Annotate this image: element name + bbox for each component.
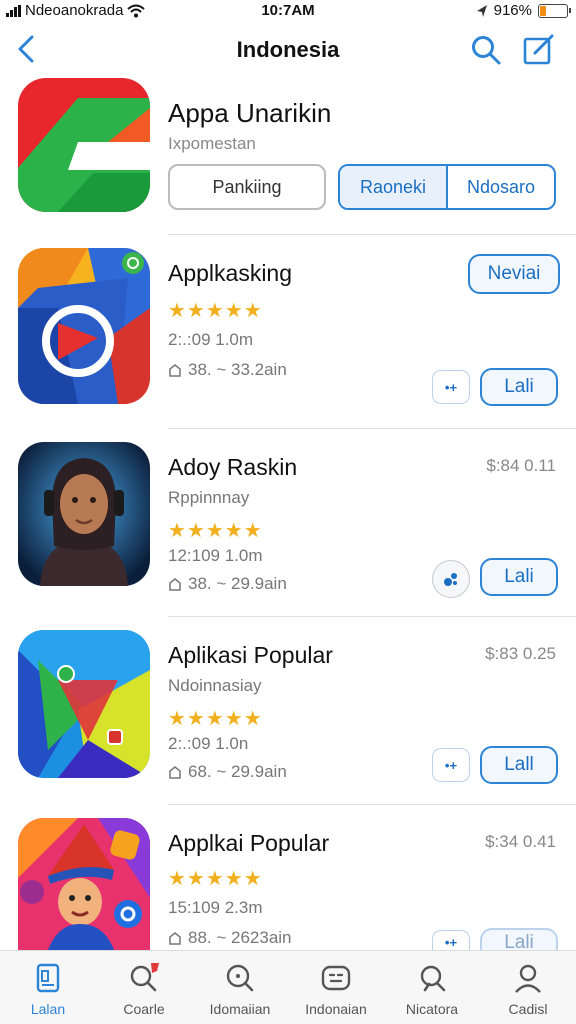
tab-label: Coarle: [123, 1001, 165, 1017]
tab-label: Cadisl: [508, 1001, 548, 1017]
search-badge-icon: [130, 963, 159, 992]
app-meta-text: 38. ~ 33.2ain: [188, 360, 287, 379]
list-item[interactable]: Applkasking ★★★★★ 2:.:09 1.0m 38. ~ 33.2…: [0, 248, 576, 438]
app-meta-size: 15:109 2.3m: [168, 898, 263, 917]
app-name: Adoy Raskin: [168, 454, 298, 480]
segment-option-1[interactable]: Raoneki: [340, 166, 448, 208]
tab-search-badge[interactable]: Coarle: [96, 951, 192, 1024]
add-small-button[interactable]: •+: [432, 748, 470, 782]
app-price: $:84 0.11: [486, 456, 556, 475]
app-price: $:83 0.25: [485, 644, 556, 663]
status-right: 916%: [476, 2, 571, 19]
add-small-button[interactable]: •+: [432, 370, 470, 404]
featured-app-icon: [18, 78, 150, 212]
segment-option-2[interactable]: Ndosaro: [448, 166, 554, 208]
get-button[interactable]: Lali: [480, 928, 558, 950]
app-meta-info: 88. ~ 2623ain: [168, 928, 292, 948]
rating-stars: ★★★★★: [168, 520, 263, 542]
search-icon[interactable]: [470, 34, 502, 66]
battery-fill: [540, 5, 546, 16]
app-name: Applkasking: [168, 260, 293, 286]
app-meta-info: 68. ~ 29.9ain: [168, 762, 287, 782]
tab-profile[interactable]: Cadisl: [480, 951, 576, 1024]
featured-app-subtitle: Ixpomestan: [168, 134, 256, 153]
rating-stars: ★★★★★: [168, 868, 263, 890]
status-bar: Ndeoanokrada 10:7AM 916%: [0, 0, 576, 22]
app-icon: [18, 442, 150, 586]
explore-icon: [226, 964, 254, 992]
app-meta-size: 2:.:09 1.0n: [168, 734, 249, 753]
featured-app-name: Appa Unarikin: [168, 98, 332, 128]
app-icon: [18, 630, 150, 778]
get-button[interactable]: Lall: [480, 746, 558, 784]
new-button[interactable]: Neviai: [468, 254, 560, 294]
region-segmented-control: Raoneki Ndosaro: [338, 164, 556, 210]
app-icon: [18, 248, 150, 404]
app-name: Aplikasi Popular: [168, 642, 333, 668]
battery-icon: [538, 3, 571, 18]
app-icon: [18, 818, 150, 950]
rating-stars: ★★★★★: [168, 708, 263, 730]
navigation-bar: Indonesia: [0, 28, 576, 72]
app-meta-text: 38. ~ 29.9ain: [188, 574, 287, 593]
app-subtitle: Ndoinnasiay: [168, 676, 262, 695]
loading-spinner-icon: [444, 573, 457, 586]
divider: [168, 428, 576, 429]
home-icon: [169, 578, 181, 591]
get-button[interactable]: Lali: [480, 368, 558, 406]
app-meta-text: 88. ~ 2623ain: [188, 928, 292, 947]
games-icon: [321, 965, 351, 991]
app-meta-size: 2:.:09 1.0m: [168, 330, 254, 349]
search-icon: [420, 965, 446, 992]
battery-percent: 916%: [493, 2, 532, 19]
download-progress-button[interactable]: [432, 560, 470, 598]
app-name: Applkai Popular: [168, 830, 330, 856]
list-item[interactable]: Applkai Popular ★★★★★ 15:109 2.3m 88. ~ …: [0, 818, 576, 950]
home-icon: [169, 364, 181, 377]
compose-icon[interactable]: [522, 32, 556, 66]
add-small-button[interactable]: •+: [432, 930, 470, 950]
tab-label: Indonaian: [305, 1001, 367, 1017]
app-meta-size: 12:109 1.0m: [168, 546, 263, 565]
divider: [168, 234, 576, 235]
app-subtitle: Rppinnnay: [168, 488, 250, 507]
location-icon: [476, 4, 487, 17]
divider: [168, 616, 576, 617]
get-button[interactable]: Lali: [480, 558, 558, 596]
home-icon: [169, 766, 181, 779]
list-item[interactable]: Adoy Raskin Rppinnnay ★★★★★ 12:109 1.0m …: [0, 442, 576, 632]
tab-label: Idomaiian: [209, 1001, 271, 1017]
tab-today[interactable]: Lalan: [0, 951, 96, 1024]
ranking-button[interactable]: Pankiing: [168, 164, 326, 210]
tab-label: Nicatora: [405, 1001, 459, 1017]
home-icon: [169, 932, 181, 945]
today-icon: [36, 963, 60, 993]
tab-label: Lalan: [30, 1001, 66, 1017]
profile-icon: [515, 964, 541, 993]
divider: [168, 804, 576, 805]
tab-search[interactable]: Nicatora: [384, 951, 480, 1024]
tab-bar: Lalan Coarle Idomaiian Indonaian Nicator…: [0, 950, 576, 1024]
app-meta-text: 68. ~ 29.9ain: [188, 762, 287, 781]
list-item[interactable]: Aplikasi Popular Ndoinnasiay ★★★★★ 2:.:0…: [0, 630, 576, 820]
tab-games[interactable]: Indonaian: [288, 951, 384, 1024]
app-price: $:34 0.41: [485, 832, 556, 851]
app-meta-info: 38. ~ 33.2ain: [168, 360, 287, 380]
rating-stars: ★★★★★: [168, 300, 263, 322]
tab-explore[interactable]: Idomaiian: [192, 951, 288, 1024]
featured-app-card[interactable]: Appa Unarikin Ixpomestan Pankiing Raonek…: [0, 76, 576, 232]
app-meta-info: 38. ~ 29.9ain: [168, 574, 287, 594]
